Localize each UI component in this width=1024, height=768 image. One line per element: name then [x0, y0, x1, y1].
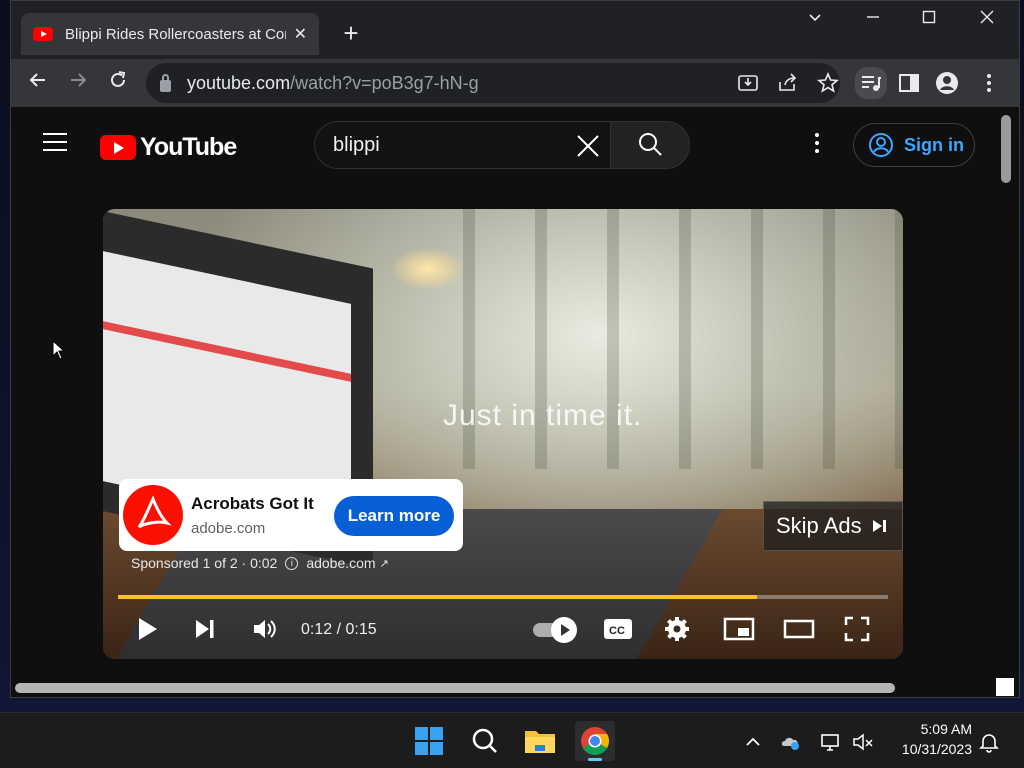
forward-button[interactable]	[64, 69, 92, 97]
play-icon	[139, 618, 157, 640]
ad-title: Acrobats Got It	[191, 493, 314, 513]
account-circle-icon	[869, 133, 893, 157]
search-input[interactable]: blippi	[314, 121, 610, 169]
start-button[interactable]	[409, 721, 449, 761]
network-icon[interactable]	[820, 731, 842, 753]
play-button[interactable]	[133, 615, 161, 643]
skip-ads-button[interactable]: Skip Ads	[763, 501, 903, 551]
install-app-icon[interactable]	[736, 71, 760, 95]
fullscreen-button[interactable]	[843, 615, 871, 643]
file-explorer-button[interactable]	[520, 721, 560, 761]
sign-in-button[interactable]: Sign in	[853, 123, 975, 167]
miniplayer-icon	[723, 617, 755, 641]
star-icon[interactable]	[816, 71, 840, 95]
youtube-play-logo-icon	[100, 135, 136, 160]
skip-next-icon	[872, 520, 886, 532]
video-player[interactable]: Just in time it. Acrobats Got It adobe.c…	[103, 209, 903, 659]
captions-button[interactable]: CC	[603, 615, 632, 643]
vertical-scrollbar[interactable]	[1001, 115, 1011, 183]
side-panel-icon[interactable]	[897, 71, 921, 95]
info-icon[interactable]: i	[285, 556, 299, 570]
learn-more-button[interactable]: Learn more	[334, 496, 454, 536]
volume-icon	[254, 620, 276, 638]
next-button[interactable]	[191, 615, 219, 643]
clear-search-icon[interactable]	[575, 133, 601, 159]
folder-icon	[525, 731, 555, 753]
mouse-cursor-icon	[52, 340, 66, 360]
url-text: youtube.com/watch?v=poB3g7-hN-g	[187, 72, 479, 93]
tab-strip: Blippi Rides Rollercoasters at Cor ✕ +	[11, 1, 1019, 59]
closed-captions-icon: CC	[604, 619, 632, 639]
youtube-favicon-icon	[33, 27, 53, 41]
chrome-icon	[581, 727, 609, 755]
time-display: 0:12 / 0:15	[301, 621, 377, 638]
address-bar[interactable]: youtube.com/watch?v=poB3g7-hN-g	[146, 63, 840, 103]
miniplayer-button[interactable]	[723, 615, 755, 643]
external-link-icon: ↗	[379, 557, 389, 570]
horizontal-scrollbar[interactable]	[15, 683, 895, 693]
autoplay-knob[interactable]	[551, 617, 577, 643]
settings-button[interactable]	[663, 615, 691, 643]
close-window-button[interactable]	[967, 9, 1007, 30]
player-controls: 0:12 / 0:15 CC	[103, 607, 903, 651]
ad-card[interactable]: Acrobats Got It adobe.com Learn more	[119, 479, 463, 551]
ad-domain: adobe.com	[191, 519, 266, 537]
lock-icon[interactable]	[160, 73, 171, 92]
volume-muted-icon[interactable]	[852, 731, 874, 753]
reload-icon	[111, 71, 126, 87]
profile-icon[interactable]	[935, 71, 959, 95]
tab-title: Blippi Rides Rollercoasters at Cor	[65, 25, 286, 43]
search-taskbar-button[interactable]	[465, 721, 505, 761]
kebab-menu-icon[interactable]	[977, 71, 1001, 95]
reload-button[interactable]	[104, 69, 132, 97]
gear-icon	[665, 617, 689, 641]
system-clock[interactable]: 5:09 AM 10/31/2023	[888, 719, 972, 759]
taskbar: 5:09 AM 10/31/2023	[0, 712, 1024, 768]
arrow-right-icon	[71, 73, 87, 87]
progress-fill	[118, 595, 758, 599]
settings-kebab-icon[interactable]	[807, 133, 827, 157]
volume-button[interactable]	[251, 615, 279, 643]
media-control-icon[interactable]	[855, 67, 887, 99]
sponsored-info: Sponsored 1 of 2 · 0:02 i adobe.com ↗	[131, 555, 389, 571]
progress-bar[interactable]	[118, 595, 888, 599]
share-icon[interactable]	[776, 71, 800, 95]
back-button[interactable]	[24, 69, 52, 97]
fullscreen-icon	[844, 616, 870, 642]
guide-menu-icon[interactable]	[43, 133, 67, 153]
video-caption-text: Just in time it.	[443, 399, 643, 432]
search-icon	[472, 728, 497, 753]
youtube-header: YouTube blippi Sign in	[11, 107, 1019, 183]
windows-logo-icon	[415, 727, 443, 755]
desktop-widget	[996, 678, 1014, 696]
theater-mode-icon	[783, 619, 815, 639]
skip-next-icon	[196, 620, 214, 638]
browser-window: Blippi Rides Rollercoasters at Cor ✕ + y…	[10, 0, 1020, 698]
tab-search-chevron-icon[interactable]	[795, 9, 835, 30]
minimize-button[interactable]	[853, 9, 893, 30]
onedrive-icon[interactable]	[780, 731, 802, 753]
tab-close-icon[interactable]: ✕	[294, 24, 307, 44]
svg-text:CC: CC	[609, 625, 625, 637]
arrow-left-icon	[29, 73, 45, 87]
youtube-logo[interactable]: YouTube	[100, 133, 237, 162]
search-button[interactable]	[610, 121, 690, 169]
youtube-page: YouTube blippi Sign in Just in time it. …	[11, 107, 1019, 697]
maximize-button[interactable]	[909, 9, 949, 30]
adobe-acrobat-icon	[123, 485, 183, 545]
theater-mode-button[interactable]	[783, 615, 815, 643]
advertiser-link[interactable]: adobe.com	[306, 555, 375, 571]
chrome-taskbar-button[interactable]	[575, 721, 615, 761]
search-icon	[639, 133, 662, 156]
browser-tab[interactable]: Blippi Rides Rollercoasters at Cor ✕	[21, 13, 319, 55]
show-hidden-icons-chevron-icon[interactable]	[742, 731, 764, 753]
notifications-bell-icon[interactable]	[978, 731, 1000, 753]
browser-toolbar: youtube.com/watch?v=poB3g7-hN-g	[11, 59, 1019, 107]
new-tab-button[interactable]: +	[337, 19, 365, 47]
